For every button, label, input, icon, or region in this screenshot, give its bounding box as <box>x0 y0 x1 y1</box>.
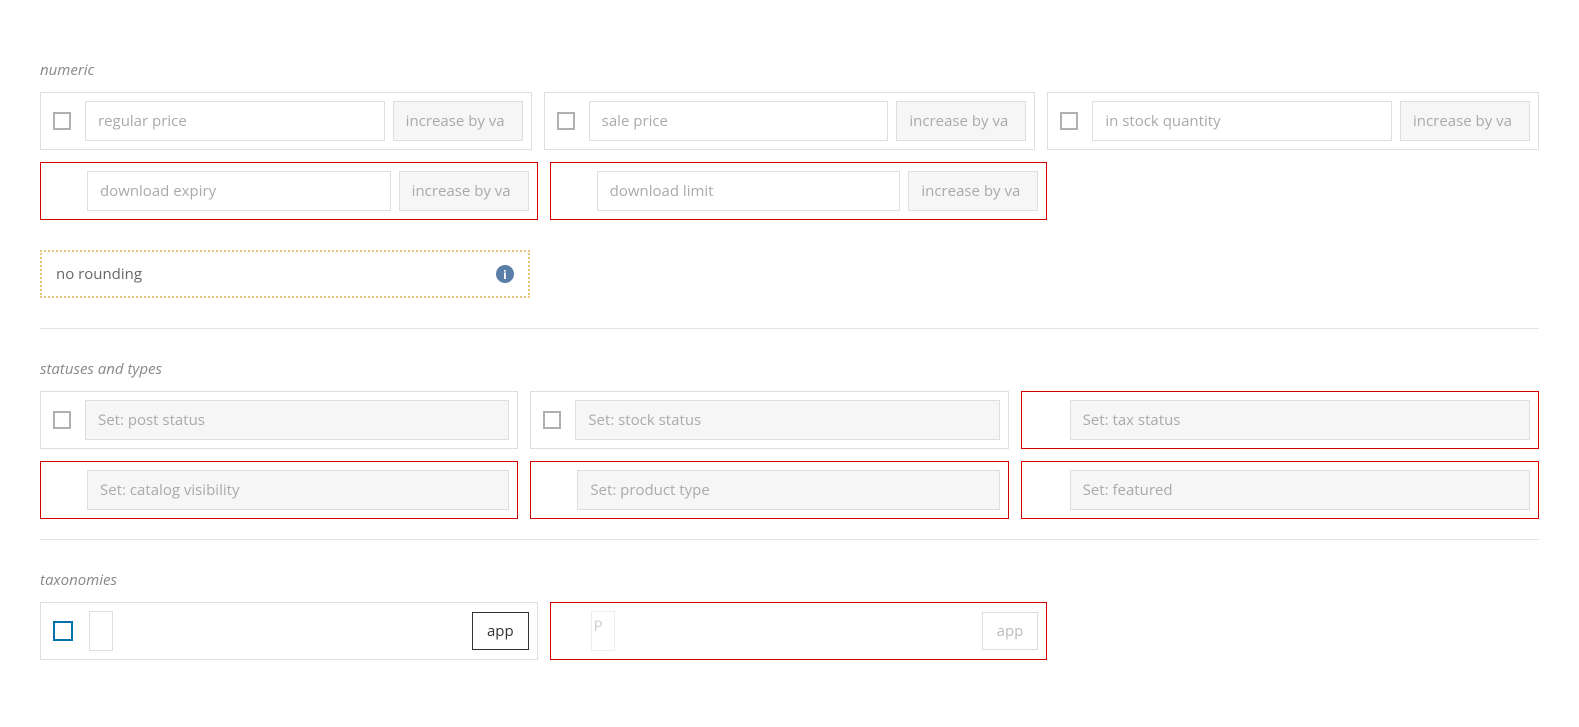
checkbox-taxonomy-1[interactable] <box>53 621 73 641</box>
card-download-expiry: increase by va <box>40 162 538 220</box>
card-stock-status: Set: stock status <box>530 391 1008 449</box>
select-regular-price-action[interactable]: increase by va <box>393 101 523 141</box>
card-taxonomy-2: P app <box>550 602 1048 660</box>
select-in-stock-quantity-action[interactable]: increase by va <box>1400 101 1530 141</box>
statuses-row-2: Set: catalog visibility Set: product typ… <box>40 461 1539 519</box>
app-button-2[interactable]: app <box>982 612 1039 650</box>
checkbox-in-stock-quantity[interactable] <box>1060 112 1078 130</box>
numeric-row-2: increase by va increase by va <box>40 162 1539 220</box>
app-button-1[interactable]: app <box>472 612 529 650</box>
info-icon[interactable]: i <box>496 265 514 283</box>
divider <box>40 328 1539 329</box>
select-stock-status[interactable]: Set: stock status <box>575 400 999 440</box>
empty-slot <box>1059 602 1539 660</box>
card-catalog-visibility: Set: catalog visibility <box>40 461 518 519</box>
narrow-input-taxonomy-2[interactable]: P <box>591 611 615 651</box>
select-product-type[interactable]: Set: product type <box>577 470 999 510</box>
card-taxonomy-1: app <box>40 602 538 660</box>
card-regular-price: increase by va <box>40 92 532 150</box>
select-post-status[interactable]: Set: post status <box>85 400 509 440</box>
card-sale-price: increase by va <box>544 92 1036 150</box>
input-sale-price[interactable] <box>589 101 889 141</box>
select-download-expiry-action[interactable]: increase by va <box>399 171 529 211</box>
checkbox-sale-price[interactable] <box>557 112 575 130</box>
select-download-limit-action[interactable]: increase by va <box>908 171 1038 211</box>
card-featured: Set: featured <box>1021 461 1539 519</box>
empty-slot <box>1059 162 1539 220</box>
no-rounding-box[interactable]: no rounding i <box>40 250 530 298</box>
no-rounding-label: no rounding <box>56 264 142 284</box>
input-in-stock-quantity[interactable] <box>1092 101 1392 141</box>
select-featured[interactable]: Set: featured <box>1070 470 1530 510</box>
statuses-row-1: Set: post status Set: stock status Set: … <box>40 391 1539 449</box>
card-in-stock-quantity: increase by va <box>1047 92 1539 150</box>
section-title-numeric: numeric <box>40 60 1539 80</box>
numeric-row-1: increase by va increase by va increase b… <box>40 92 1539 150</box>
section-title-taxonomies: taxonomies <box>40 570 1539 590</box>
select-catalog-visibility[interactable]: Set: catalog visibility <box>87 470 509 510</box>
narrow-input-taxonomy-1[interactable] <box>89 611 113 651</box>
checkbox-stock-status[interactable] <box>543 411 561 429</box>
card-tax-status: Set: tax status <box>1021 391 1539 449</box>
input-regular-price[interactable] <box>85 101 385 141</box>
card-post-status: Set: post status <box>40 391 518 449</box>
divider <box>40 539 1539 540</box>
section-title-statuses: statuses and types <box>40 359 1539 379</box>
card-product-type: Set: product type <box>530 461 1008 519</box>
card-download-limit: increase by va <box>550 162 1048 220</box>
checkbox-regular-price[interactable] <box>53 112 71 130</box>
select-sale-price-action[interactable]: increase by va <box>896 101 1026 141</box>
select-tax-status[interactable]: Set: tax status <box>1070 400 1530 440</box>
input-download-expiry[interactable] <box>87 171 391 211</box>
taxonomies-row-1: app P app <box>40 602 1539 660</box>
checkbox-post-status[interactable] <box>53 411 71 429</box>
input-download-limit[interactable] <box>597 171 901 211</box>
